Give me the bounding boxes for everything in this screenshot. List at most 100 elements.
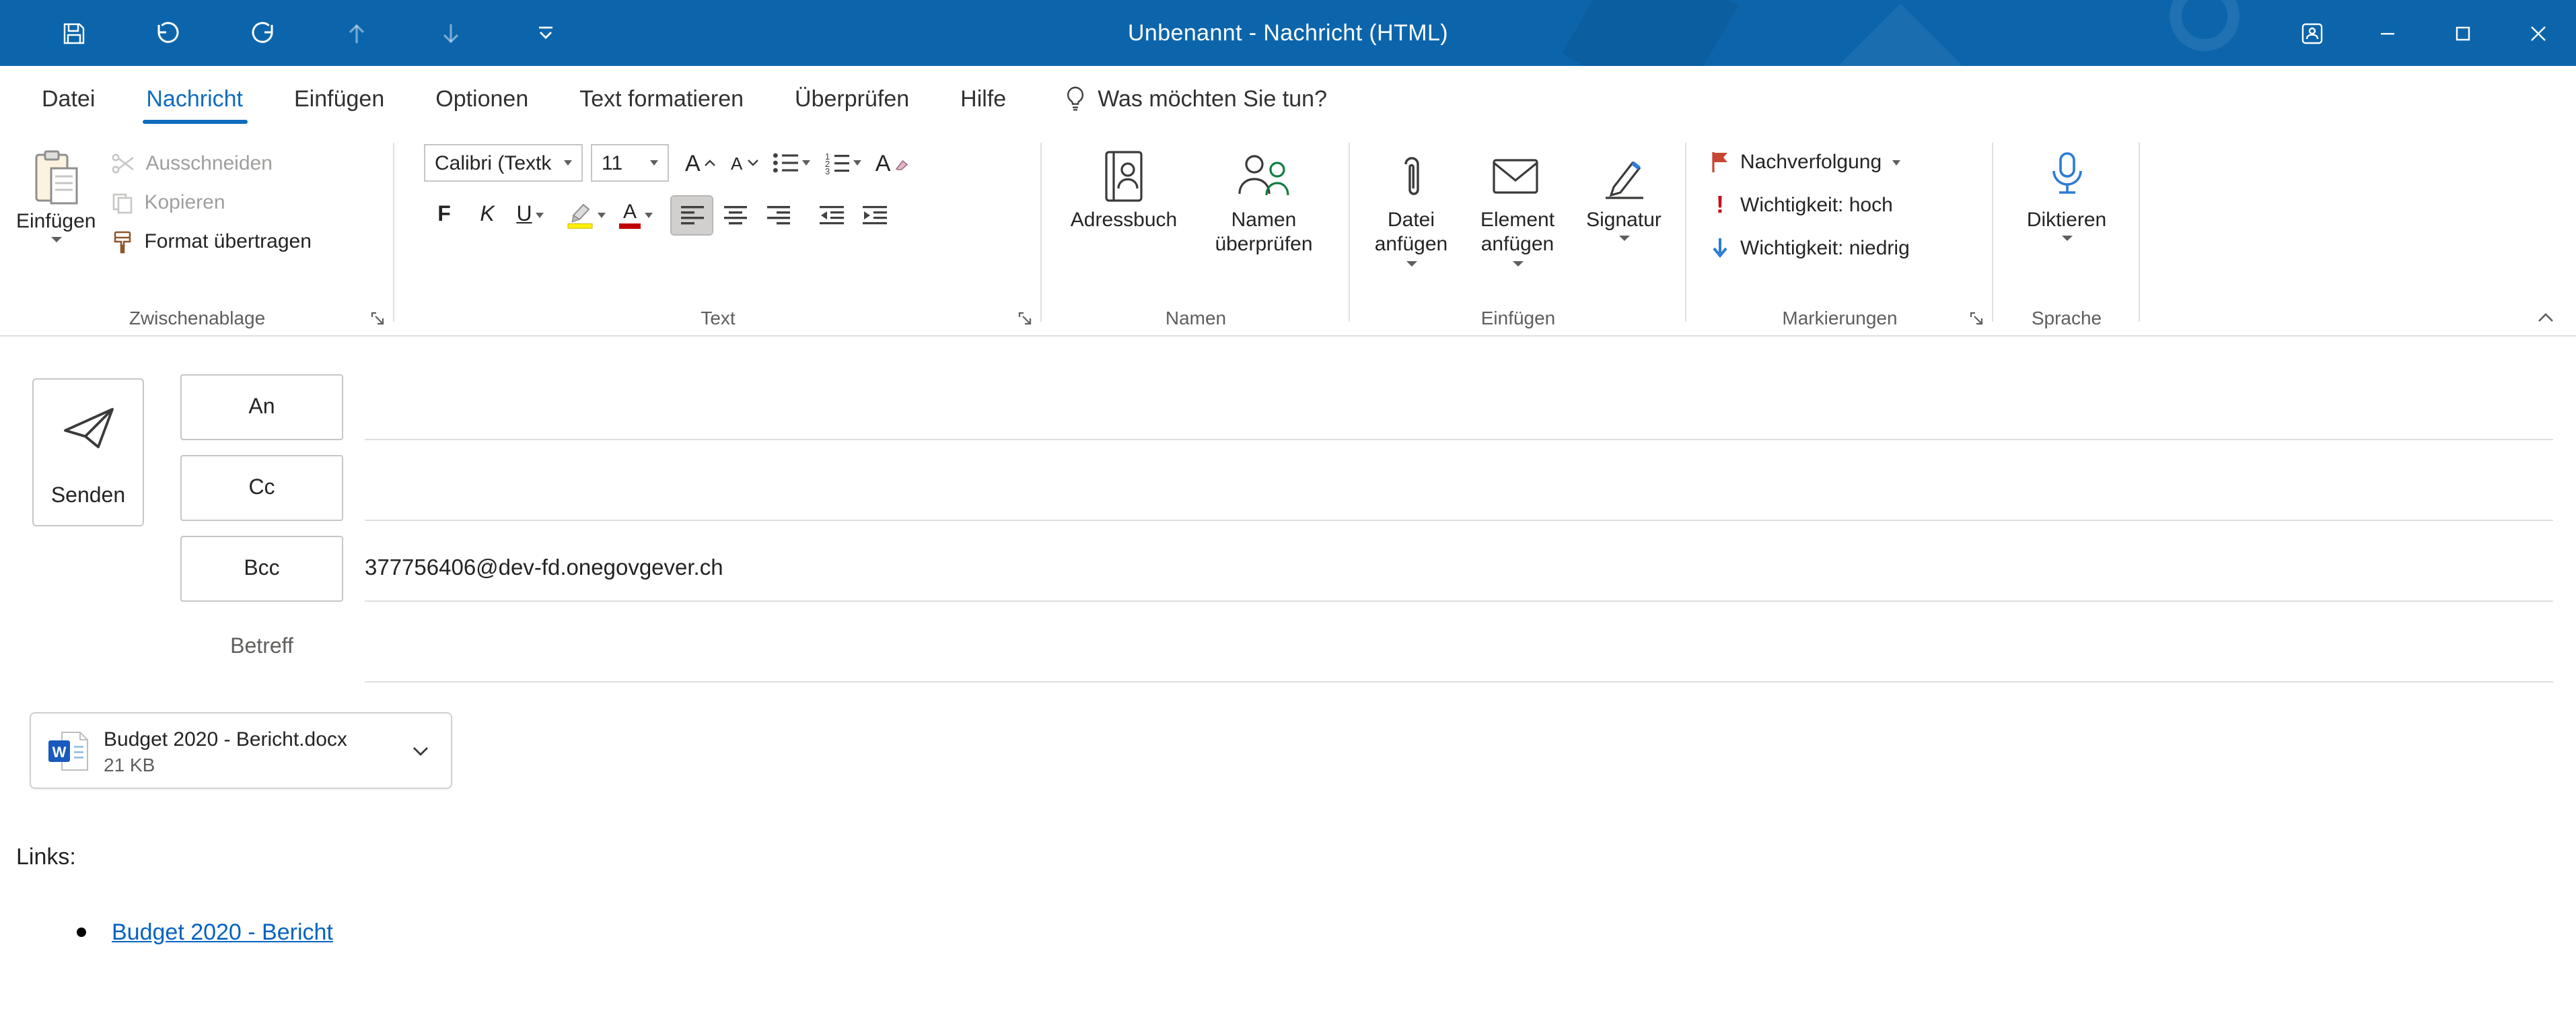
- tab-optionen[interactable]: Optionen: [410, 66, 554, 132]
- tab-nachricht[interactable]: Nachricht: [120, 66, 269, 132]
- bold-button[interactable]: F: [424, 197, 464, 234]
- caret-down-icon: [746, 159, 758, 167]
- dictate-button[interactable]: Diktieren: [2005, 136, 2128, 242]
- save-button[interactable]: [27, 0, 121, 66]
- paste-button[interactable]: Einfügen: [16, 137, 96, 243]
- tab-ueberpruefen[interactable]: Überprüfen: [769, 66, 935, 132]
- font-name-combo[interactable]: Calibri (Textk: [424, 144, 583, 182]
- window-controls: [2275, 0, 2576, 66]
- check-names-button[interactable]: Namen überprüfen: [1195, 136, 1332, 258]
- tags-dialog-launcher[interactable]: [1965, 307, 1987, 328]
- font-color-button[interactable]: A: [614, 197, 658, 234]
- minimize-button[interactable]: [2350, 0, 2425, 66]
- font-size-combo[interactable]: 11: [591, 144, 669, 182]
- bcc-field-input[interactable]: [365, 600, 2553, 602]
- low-importance-label: Wichtigkeit: niedrig: [1740, 237, 1910, 260]
- tab-hilfe[interactable]: Hilfe: [935, 66, 1032, 132]
- body-text: Links:: [16, 844, 76, 871]
- increase-indent-button[interactable]: [855, 197, 895, 234]
- attachment-area: W Budget 2020 - Bericht.docx 21 KB: [0, 683, 2576, 808]
- undo-button[interactable]: [121, 0, 215, 66]
- compose-header: Senden An Cc Bcc 377756406@dev-fd.onegov…: [0, 337, 2576, 683]
- body-hyperlink[interactable]: Budget 2020 - Bericht: [112, 919, 333, 946]
- cc-button[interactable]: Cc: [180, 455, 343, 521]
- grow-font-button[interactable]: A: [680, 144, 722, 182]
- shrink-font-button[interactable]: A: [725, 144, 765, 182]
- address-book-button[interactable]: Adressbuch: [1055, 136, 1192, 234]
- caret-down-icon: [1512, 260, 1523, 266]
- cut-button[interactable]: Ausschneiden: [104, 144, 319, 183]
- attachment-card[interactable]: W Budget 2020 - Bericht.docx 21 KB: [30, 712, 452, 789]
- send-button[interactable]: Senden: [32, 378, 144, 526]
- font-name-value: Calibri (Textk: [435, 151, 551, 174]
- attachment-menu-button[interactable]: [406, 740, 435, 761]
- caret-down-icon: [1892, 160, 1900, 165]
- dialog-launcher-icon: [1017, 310, 1032, 325]
- tab-label: Datei: [42, 85, 95, 112]
- save-icon: [62, 21, 86, 45]
- low-importance-button[interactable]: Wichtigkeit: niedrig: [1703, 229, 1918, 268]
- shrink-font-icon: A: [731, 154, 742, 172]
- customize-qat-button[interactable]: [498, 0, 592, 66]
- attach-item-button[interactable]: Element anfügen: [1464, 136, 1571, 266]
- text-highlight-button[interactable]: [561, 197, 611, 234]
- high-importance-label: Wichtigkeit: hoch: [1740, 194, 1893, 217]
- message-body-editor[interactable]: Links: Budget 2020 - Bericht: [0, 808, 2576, 1011]
- tab-label: Optionen: [435, 85, 528, 112]
- collapse-ribbon-button[interactable]: [2537, 312, 2554, 323]
- align-left-button[interactable]: [672, 197, 712, 234]
- to-button[interactable]: An: [180, 374, 343, 440]
- tell-me-search[interactable]: Was möchten Sie tun?: [1064, 85, 1327, 112]
- cc-field-input[interactable]: [365, 520, 2553, 521]
- previous-item-button[interactable]: [310, 0, 404, 66]
- bold-icon: F: [437, 203, 451, 228]
- tab-label: Hilfe: [960, 85, 1006, 112]
- caret-down-icon: [803, 160, 811, 166]
- tab-text-formatieren[interactable]: Text formatieren: [554, 66, 769, 132]
- envelope-icon: [1491, 144, 1544, 209]
- tab-datei[interactable]: Datei: [16, 66, 120, 132]
- tab-einfuegen[interactable]: Einfügen: [269, 66, 410, 132]
- underline-icon: U: [516, 203, 532, 228]
- clear-formatting-button[interactable]: A: [870, 144, 914, 182]
- signature-icon: [1598, 144, 1649, 209]
- follow-up-button[interactable]: Nachverfolgung: [1703, 143, 1908, 182]
- group-label: Sprache: [1993, 307, 2140, 328]
- high-importance-button[interactable]: ! Wichtigkeit: hoch: [1703, 186, 1901, 225]
- bcc-button[interactable]: Bcc: [180, 536, 343, 602]
- titlebar-extra-button[interactable]: [2275, 0, 2350, 66]
- next-item-button[interactable]: [404, 0, 498, 66]
- list-bullet: [77, 928, 86, 937]
- numbering-button[interactable]: 1 2 3: [819, 144, 867, 182]
- text-dialog-launcher[interactable]: [1013, 307, 1035, 328]
- italic-button[interactable]: K: [467, 197, 507, 234]
- maximize-button[interactable]: [2425, 0, 2501, 66]
- format-painter-button[interactable]: Format übertragen: [104, 222, 319, 261]
- attach-file-button[interactable]: Datei anfügen: [1358, 136, 1464, 266]
- decrease-indent-button[interactable]: [812, 197, 852, 234]
- underline-button[interactable]: U: [510, 197, 550, 234]
- clipboard-dialog-launcher[interactable]: [366, 307, 388, 328]
- to-field-input[interactable]: [365, 439, 2553, 440]
- subject-label: Betreff: [180, 635, 343, 660]
- paperclip-icon: [1396, 144, 1426, 209]
- redo-button[interactable]: [215, 0, 310, 66]
- redo-icon: [249, 22, 276, 44]
- group-zwischenablage: Einfügen Ausschneiden Kopieren: [0, 132, 394, 335]
- align-right-button[interactable]: [758, 197, 798, 234]
- ribbon: Einfügen Ausschneiden Kopieren: [0, 132, 2576, 337]
- caret-down-icon: [645, 213, 653, 218]
- numbering-icon: 1 2 3: [824, 151, 850, 174]
- signature-button[interactable]: Signatur: [1571, 136, 1677, 242]
- attach-file-label: Datei anfügen: [1358, 209, 1464, 258]
- copy-button[interactable]: Kopieren: [104, 183, 319, 222]
- align-right-icon: [766, 206, 789, 225]
- increase-indent-icon: [863, 206, 887, 225]
- align-center-button[interactable]: [715, 197, 755, 234]
- paste-label: Einfügen: [16, 210, 96, 235]
- cc-label: Cc: [248, 476, 275, 500]
- bcc-field-value[interactable]: 377756406@dev-fd.onegovgever.ch: [365, 556, 723, 582]
- bullets-button[interactable]: [768, 144, 816, 182]
- svg-text:3: 3: [826, 166, 830, 174]
- close-button[interactable]: [2501, 0, 2576, 66]
